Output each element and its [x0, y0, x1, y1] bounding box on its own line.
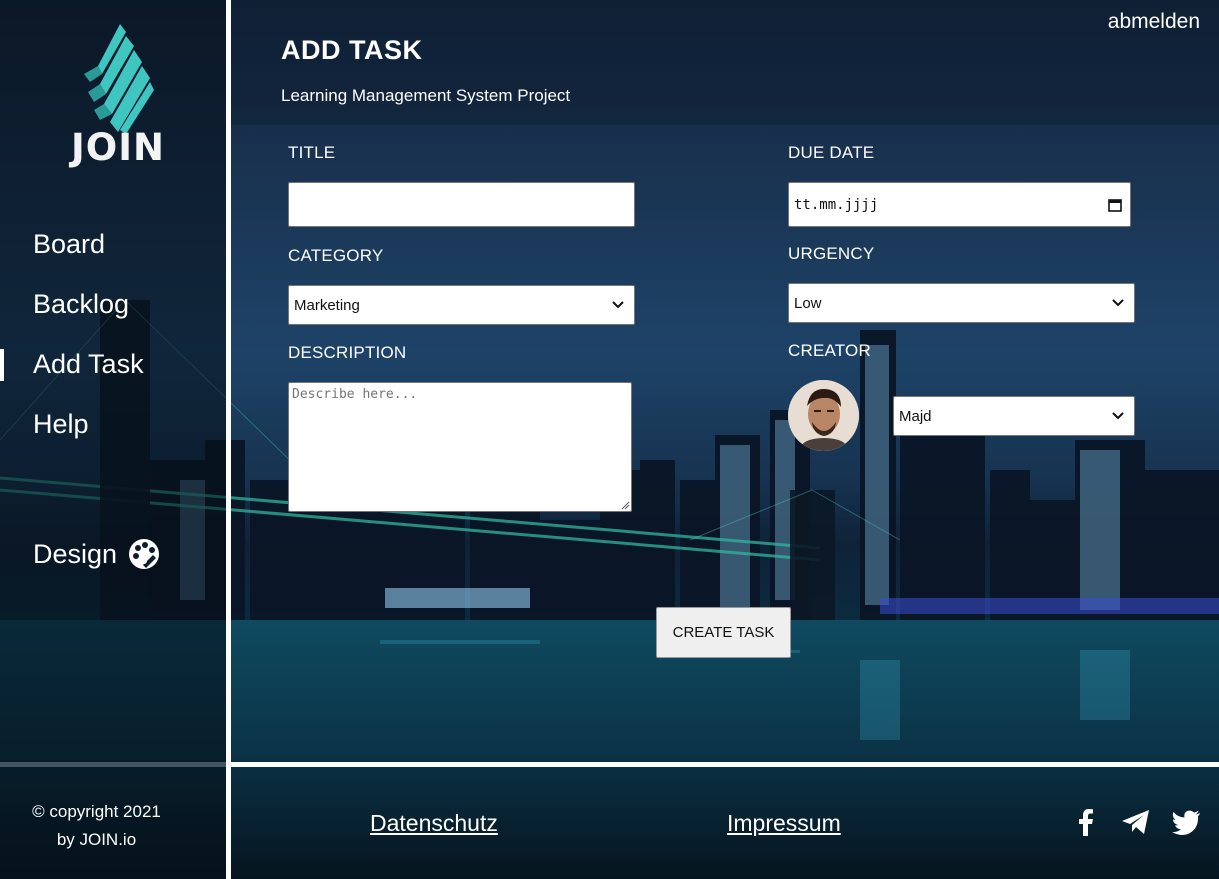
copyright-line: © copyright 2021 — [32, 802, 161, 821]
title-input[interactable] — [288, 182, 635, 227]
sidebar-footer-divider — [0, 762, 226, 767]
sidebar-nav: Board Backlog Add Task Help — [0, 222, 226, 462]
category-selected-value: Marketing — [294, 296, 360, 314]
sidebar-item-add-task[interactable]: Add Task — [0, 342, 226, 402]
privacy-link[interactable]: Datenschutz — [370, 810, 498, 837]
imprint-link[interactable]: Impressum — [727, 810, 841, 837]
due-date-label: DUE DATE — [788, 143, 875, 162]
chevron-down-icon — [1112, 299, 1124, 307]
description-label: DESCRIPTION — [288, 343, 407, 362]
page-title: ADD TASK — [281, 35, 423, 65]
chevron-down-icon — [1112, 412, 1124, 420]
description-textarea[interactable] — [288, 382, 632, 512]
facebook-icon[interactable] — [1070, 806, 1102, 838]
logo-text: JOIN — [71, 126, 165, 169]
sidebar-divider — [226, 0, 231, 879]
resize-grip-icon[interactable] — [621, 501, 630, 510]
copyright: © copyright 2021 by JOIN.io — [0, 798, 193, 854]
due-date-input[interactable]: tt.mm.jjjj — [788, 182, 1131, 227]
sidebar-item-board[interactable]: Board — [0, 222, 226, 282]
creator-selected-value: Majd — [899, 407, 932, 425]
page-subtitle: Learning Management System Project — [281, 86, 571, 105]
urgency-label: URGENCY — [788, 244, 875, 263]
due-date-placeholder: tt.mm.jjjj — [794, 196, 879, 213]
sidebar-item-backlog[interactable]: Backlog — [0, 282, 226, 342]
description-wrapper — [288, 382, 632, 512]
sidebar: JOIN Board Backlog Add Task Help Design … — [0, 0, 226, 879]
calendar-icon[interactable] — [1108, 198, 1122, 212]
creator-avatar-image — [788, 380, 859, 451]
title-label: TITLE — [288, 143, 336, 162]
chevron-down-icon — [612, 301, 624, 309]
copyright-company: by JOIN.io — [56, 830, 137, 849]
urgency-select[interactable]: Low — [788, 283, 1135, 323]
create-task-button[interactable]: CREATE TASK — [656, 607, 791, 658]
sidebar-item-label: Design — [33, 538, 118, 569]
logout-link[interactable]: abmelden — [1108, 10, 1200, 34]
category-select[interactable]: Marketing — [288, 285, 635, 325]
palette-icon — [129, 539, 160, 569]
urgency-selected-value: Low — [794, 294, 822, 312]
active-nav-indicator — [0, 349, 4, 381]
sidebar-item-design[interactable]: Design — [33, 534, 161, 574]
sidebar-item-help[interactable]: Help — [0, 402, 226, 462]
twitter-icon[interactable] — [1170, 806, 1202, 838]
creator-label: CREATOR — [788, 341, 871, 360]
creator-select[interactable]: Majd — [893, 396, 1135, 436]
avatar — [788, 380, 859, 451]
telegram-icon[interactable] — [1120, 806, 1152, 838]
category-label: CATEGORY — [288, 246, 384, 265]
page-header: ADD TASK Learning Management System Proj… — [231, 0, 1219, 125]
footer-divider — [231, 762, 1219, 767]
